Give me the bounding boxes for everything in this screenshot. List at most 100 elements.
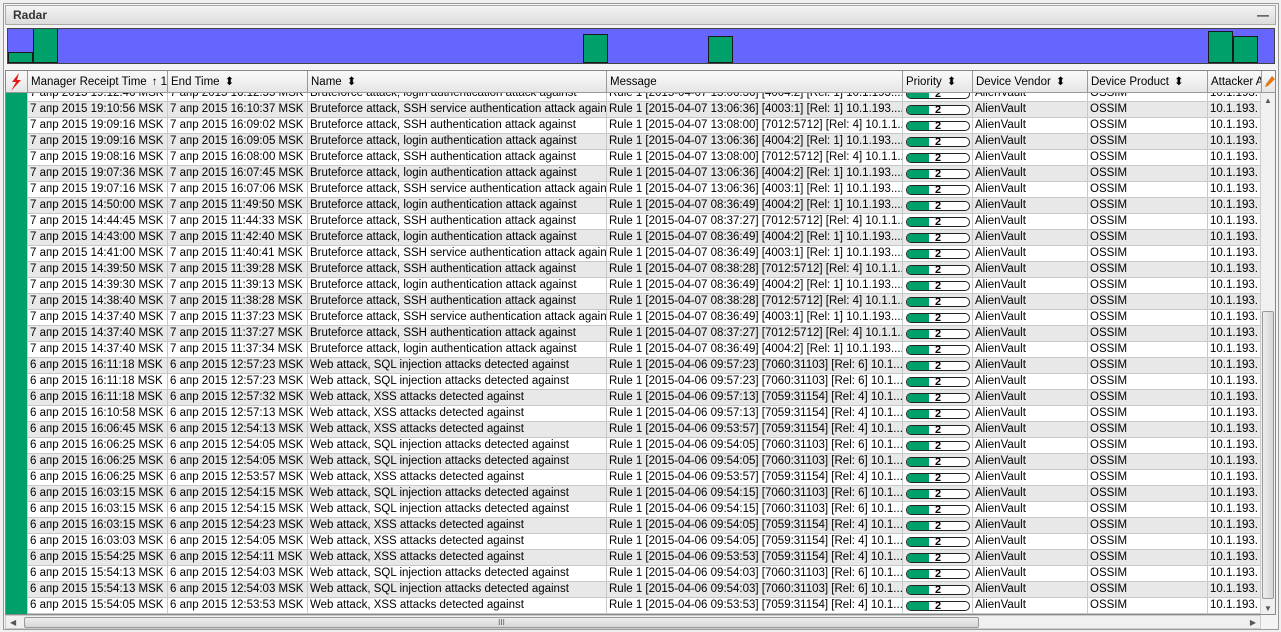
pencil-icon[interactable] <box>1262 71 1275 93</box>
column-header-sev[interactable] <box>6 71 28 93</box>
column-label: Name <box>311 76 342 88</box>
sort-icon[interactable]: ↑ 1 <box>152 76 167 88</box>
cell-receipt: 6 апр 2015 16:03:03 MSK <box>28 534 168 550</box>
cell-receipt: 6 апр 2015 16:10:58 MSK <box>28 406 168 422</box>
table-row[interactable]: 6 апр 2015 15:54:25 MSK 6 апр 2015 12:54:… <box>6 550 1262 566</box>
radar-bar[interactable] <box>33 29 58 63</box>
radar-bar[interactable] <box>708 36 733 63</box>
table-row[interactable]: 6 апр 2015 16:11:18 MSK 6 апр 2015 12:57:… <box>6 358 1262 374</box>
column-header-end[interactable]: End Time ⬍ <box>168 71 308 93</box>
cell-end: 7 апр 2015 11:38:28 MSK <box>168 294 308 310</box>
priority-cell: 2 <box>903 93 973 102</box>
table-row[interactable]: 7 апр 2015 14:43:00 MSK 7 апр 2015 11:42:… <box>6 230 1262 246</box>
table-row[interactable]: 6 апр 2015 16:10:58 MSK 6 апр 2015 12:57:… <box>6 406 1262 422</box>
cell-name: Bruteforce attack, SSH authentication at… <box>308 262 607 278</box>
cell-receipt: 6 апр 2015 16:03:15 MSK <box>28 502 168 518</box>
table-row[interactable]: 6 апр 2015 16:06:25 MSK 6 апр 2015 12:53:… <box>6 470 1262 486</box>
cell-product: OSSIM <box>1088 278 1208 294</box>
priority-value: 2 <box>934 601 942 611</box>
cell-end: 6 апр 2015 12:54:11 MSK <box>168 550 308 566</box>
sort-icon[interactable]: ⬍ <box>225 76 235 88</box>
table-row[interactable]: 7 апр 2015 19:07:16 MSK 7 апр 2015 16:07:… <box>6 182 1262 198</box>
table-row[interactable]: 7 апр 2015 19:10:56 MSK 7 апр 2015 16:10:… <box>6 102 1262 118</box>
table-row[interactable]: 6 апр 2015 15:54:05 MSK 6 апр 2015 12:53:… <box>6 598 1262 614</box>
radar-histogram[interactable] <box>7 28 1275 64</box>
cell-attacker: 10.1.193. <box>1208 278 1262 294</box>
radar-bar[interactable] <box>8 52 33 63</box>
table-row[interactable]: 7 апр 2015 14:37:40 MSK 7 апр 2015 11:37:… <box>6 310 1262 326</box>
cell-attacker: 10.1.193. <box>1208 102 1262 118</box>
priority-value: 2 <box>934 521 942 531</box>
minimize-button[interactable]: — <box>1257 6 1269 24</box>
vertical-scroll-thumb[interactable] <box>1262 311 1274 599</box>
cell-end: 7 апр 2015 11:42:40 MSK <box>168 230 308 246</box>
cell-name: Web attack, XSS attacks detected against <box>308 598 607 614</box>
table-row[interactable]: 7 апр 2015 19:09:16 MSK 7 апр 2015 16:09:… <box>6 118 1262 134</box>
table-row[interactable]: 7 апр 2015 19:07:36 MSK 7 апр 2015 16:07:… <box>6 166 1262 182</box>
scroll-up-icon[interactable]: ▲ <box>1264 96 1272 105</box>
table-row[interactable]: 6 апр 2015 16:06:25 MSK 6 апр 2015 12:54:… <box>6 438 1262 454</box>
column-header-prio[interactable]: Priority ⬍ <box>903 71 973 93</box>
severity-indicator <box>6 102 28 118</box>
table-row[interactable]: 7 апр 2015 14:41:00 MSK 7 апр 2015 11:40:… <box>6 246 1262 262</box>
cell-end: 6 апр 2015 12:54:15 MSK <box>168 502 308 518</box>
table-row[interactable]: 6 апр 2015 15:54:13 MSK 6 апр 2015 12:54:… <box>6 582 1262 598</box>
table-row[interactable]: 6 апр 2015 16:03:15 MSK 6 апр 2015 12:54:… <box>6 486 1262 502</box>
cell-receipt: 6 апр 2015 16:03:15 MSK <box>28 518 168 534</box>
cell-receipt: 7 апр 2015 19:12:46 MSK <box>28 93 168 102</box>
table-row[interactable]: 7 апр 2015 19:12:46 MSK 7 апр 2015 16:12:… <box>6 93 1262 102</box>
scroll-down-icon[interactable]: ▼ <box>1264 604 1272 613</box>
cell-attacker: 10.1.193. <box>1208 390 1262 406</box>
severity-indicator <box>6 246 28 262</box>
table-row[interactable]: 6 апр 2015 16:06:25 MSK 6 апр 2015 12:54:… <box>6 454 1262 470</box>
severity-indicator <box>6 278 28 294</box>
table-row[interactable]: 7 апр 2015 14:38:40 MSK 7 апр 2015 11:38:… <box>6 294 1262 310</box>
cell-receipt: 7 апр 2015 14:37:40 MSK <box>28 326 168 342</box>
column-header-vendor[interactable]: Device Vendor ⬍ <box>973 71 1088 93</box>
radar-bar[interactable] <box>1208 31 1233 63</box>
table-row[interactable]: 6 апр 2015 16:03:03 MSK 6 апр 2015 12:54:… <box>6 534 1262 550</box>
column-header-attacker[interactable]: Attacker A <box>1208 71 1262 93</box>
cell-vendor: AlienVault <box>973 93 1088 102</box>
table-row[interactable]: 6 апр 2015 16:06:45 MSK 6 апр 2015 12:54:… <box>6 422 1262 438</box>
cell-end: 6 апр 2015 12:54:03 MSK <box>168 566 308 582</box>
table-row[interactable]: 7 апр 2015 19:09:16 MSK 7 апр 2015 16:09:… <box>6 134 1262 150</box>
horizontal-scrollbar[interactable]: ◀ III ▶ <box>5 615 1261 629</box>
table-row[interactable]: 7 апр 2015 14:39:30 MSK 7 апр 2015 11:39:… <box>6 278 1262 294</box>
sort-icon[interactable]: ⬍ <box>1056 76 1066 88</box>
column-header-receipt[interactable]: Manager Receipt Time ↑ 1 <box>28 71 168 93</box>
table-row[interactable]: 6 апр 2015 16:03:15 MSK 6 апр 2015 12:54:… <box>6 518 1262 534</box>
table-row[interactable]: 7 апр 2015 14:37:40 MSK 7 апр 2015 11:37:… <box>6 342 1262 358</box>
cell-vendor: AlienVault <box>973 358 1088 374</box>
column-label: Message <box>610 76 657 88</box>
column-header-name[interactable]: Name ⬍ <box>308 71 607 93</box>
sort-icon[interactable]: ⬍ <box>347 76 357 88</box>
table-row[interactable]: 6 апр 2015 16:11:18 MSK 6 апр 2015 12:57:… <box>6 390 1262 406</box>
column-header-msg[interactable]: Message <box>607 71 903 93</box>
cell-receipt: 6 апр 2015 15:54:25 MSK <box>28 550 168 566</box>
table-row[interactable]: 7 апр 2015 14:37:40 MSK 7 апр 2015 11:37:… <box>6 326 1262 342</box>
scroll-right-icon[interactable]: ▶ <box>1250 618 1256 627</box>
table-row[interactable]: 7 апр 2015 19:08:16 MSK 7 апр 2015 16:08:… <box>6 150 1262 166</box>
scroll-left-icon[interactable]: ◀ <box>10 618 16 627</box>
severity-indicator <box>6 598 28 614</box>
table-row[interactable]: 6 апр 2015 16:03:15 MSK 6 апр 2015 12:54:… <box>6 502 1262 518</box>
table-row[interactable]: 7 апр 2015 14:44:45 MSK 7 апр 2015 11:44:… <box>6 214 1262 230</box>
severity-indicator <box>6 502 28 518</box>
radar-bar[interactable] <box>583 34 608 63</box>
cell-receipt: 6 апр 2015 16:06:45 MSK <box>28 422 168 438</box>
table-row[interactable]: 6 апр 2015 15:54:13 MSK 6 апр 2015 12:54:… <box>6 566 1262 582</box>
table-row[interactable]: 6 апр 2015 16:11:18 MSK 6 апр 2015 12:57:… <box>6 374 1262 390</box>
sort-icon[interactable]: ⬍ <box>947 76 957 88</box>
priority-bar: 2 <box>906 313 970 323</box>
priority-value: 2 <box>934 329 942 339</box>
column-header-product[interactable]: Device Product ⬍ <box>1088 71 1208 93</box>
radar-bar[interactable] <box>1233 36 1258 63</box>
table-row[interactable]: 7 апр 2015 14:50:00 MSK 7 апр 2015 11:49:… <box>6 198 1262 214</box>
cell-attacker: 10.1.193. <box>1208 246 1262 262</box>
sort-icon[interactable]: ⬍ <box>1174 76 1184 88</box>
horizontal-scroll-thumb[interactable]: III <box>24 617 979 628</box>
table-row[interactable]: 7 апр 2015 14:39:50 MSK 7 апр 2015 11:39:… <box>6 262 1262 278</box>
priority-bar: 2 <box>906 409 970 419</box>
vertical-scrollbar[interactable]: ▲ ▼ <box>1260 93 1275 614</box>
